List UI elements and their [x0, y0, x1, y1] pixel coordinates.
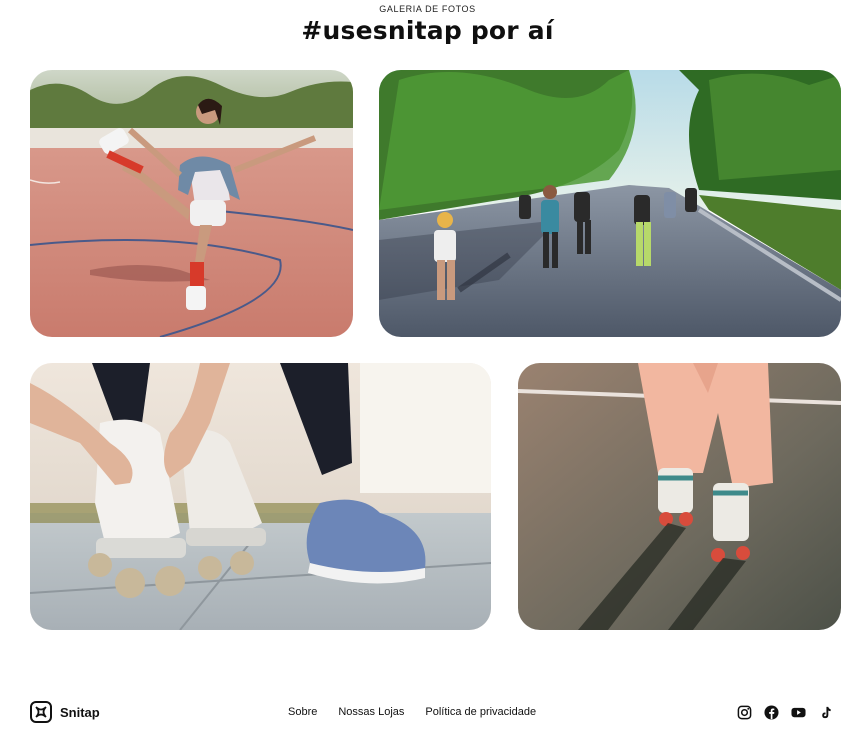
gallery-eyebrow: GALERIA DE FOTOS — [379, 4, 476, 14]
site-footer: Snitap Sobre Nossas Lojas Política de pr… — [0, 696, 855, 730]
youtube-icon[interactable] — [791, 705, 806, 720]
page-title: #usesnitap por aí — [301, 16, 554, 45]
brand-logo[interactable]: Snitap — [30, 701, 100, 723]
group-skating-park-path-photo — [379, 70, 841, 337]
facebook-icon[interactable] — [764, 705, 779, 720]
brand-name: Snitap — [60, 704, 100, 720]
skater-pink-pants-photo — [518, 363, 841, 630]
lacing-roller-skates-photo — [30, 363, 491, 630]
footer-link-politica-privacidade[interactable]: Política de privacidade — [425, 706, 536, 718]
footer-links: Sobre Nossas Lojas Política de privacida… — [288, 706, 536, 718]
social-links — [737, 705, 833, 720]
footer-link-sobre[interactable]: Sobre — [288, 706, 317, 718]
footer-link-nossas-lojas[interactable]: Nossas Lojas — [338, 706, 404, 718]
instagram-icon[interactable] — [737, 705, 752, 720]
tiktok-icon[interactable] — [818, 705, 833, 720]
snitap-logo-icon — [30, 701, 52, 723]
woman-skating-on-court-photo — [30, 70, 353, 337]
